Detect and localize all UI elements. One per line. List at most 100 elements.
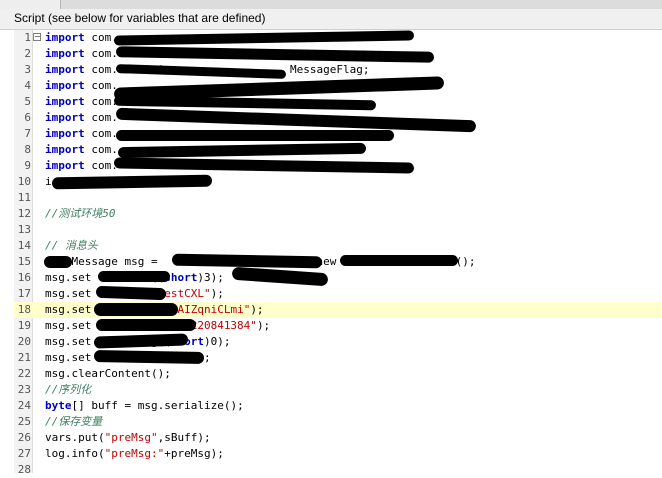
code-token: msg.clearContent(); (45, 367, 171, 380)
code-text: import com. (45, 142, 118, 158)
code-keyword: import (45, 31, 85, 44)
line-number: 5 (24, 95, 31, 108)
code-text: i (45, 174, 52, 190)
code-line[interactable]: 3import com.hikvision. MessageFlag; (14, 62, 662, 78)
code-comment: //保存变量 (45, 415, 103, 428)
code-text: import com. (45, 110, 118, 126)
code-line[interactable]: 12 //测试环境50 (14, 206, 662, 222)
code-token: msg.set (45, 335, 92, 348)
code-token: )3); (197, 271, 224, 284)
code-comment: //序列化 (45, 383, 92, 396)
line-number: 17 (17, 287, 31, 300)
code-keyword: import (45, 79, 85, 92)
code-token: com. (84, 111, 118, 124)
line-number: 22 (17, 367, 31, 380)
line-number: 11 (17, 191, 31, 204)
line-number: 21 (17, 351, 31, 364)
line-number: 3 (24, 63, 31, 76)
code-string: "preMsg" (104, 431, 158, 444)
fold-toggle-icon[interactable]: − (33, 33, 41, 41)
code-token: com. (84, 95, 118, 108)
code-line[interactable]: 27 log.info("preMsg:"+preMsg); (14, 446, 662, 462)
line-number: 2 (24, 47, 31, 60)
redaction-mark (116, 130, 394, 141)
code-line[interactable]: 23 //序列化 (14, 382, 662, 398)
redaction-mark (95, 285, 167, 301)
line-number: 20 (17, 335, 31, 348)
code-token: com. (84, 31, 118, 44)
code-text: vars.put("preMsg",sBuff); (45, 430, 211, 446)
script-section-header: Script (see below for variables that are… (0, 9, 662, 30)
code-token: )0); (203, 335, 231, 348)
code-keyword: import (45, 63, 85, 76)
line-number: 18 (17, 303, 31, 316)
line-number: 15 (17, 255, 31, 268)
line-number: 26 (17, 431, 31, 444)
code-line[interactable]: 24 byte[] buff = msg.serialize(); (14, 398, 662, 414)
code-keyword: byte (45, 399, 72, 412)
code-token: ); (256, 319, 271, 332)
line-number: 1 (24, 31, 31, 44)
line-number: 4 (24, 79, 31, 92)
code-token: [] buff = msg.serialize(); (71, 399, 244, 412)
code-token: msg.set (45, 287, 92, 300)
code-token: msg.set (45, 303, 92, 316)
redaction-mark (98, 271, 170, 282)
line-number: 13 (17, 223, 31, 236)
code-line[interactable]: 11 (14, 190, 662, 206)
code-token: com. (84, 143, 118, 156)
top-tab-strip (0, 0, 662, 9)
line-number: 7 (24, 127, 31, 140)
redaction-mark (340, 255, 458, 266)
code-token: msg.set (45, 319, 92, 332)
code-text: //保存变量 (45, 414, 102, 430)
line-number: 25 (17, 415, 31, 428)
code-line[interactable]: 15 Message msg = MessageFactory.new (); (14, 254, 662, 270)
code-text: log.info("preMsg:"+preMsg); (45, 446, 224, 462)
code-token: ); (210, 287, 224, 300)
code-text: import com. (45, 126, 118, 142)
code-text: // 消息头 (45, 238, 98, 254)
code-line[interactable]: 26 vars.put("preMsg",sBuff); (14, 430, 662, 446)
code-token: msg.set (45, 271, 92, 284)
line-number: 24 (17, 399, 31, 412)
line-number: 14 (17, 239, 31, 252)
code-text: import com. (45, 30, 118, 46)
code-token: ,sBuff); (157, 431, 211, 444)
code-token: ); (250, 303, 264, 316)
code-text: byte[] buff = msg.serialize(); (45, 398, 244, 414)
line-number: 10 (17, 175, 31, 188)
code-keyword: import (45, 47, 85, 60)
line-number: 16 (17, 271, 31, 284)
line-number: 12 (17, 207, 31, 220)
line-number: 8 (24, 143, 31, 156)
code-token: msg.set (45, 351, 92, 364)
code-token: com. (84, 47, 118, 60)
code-token: +preMsg); (164, 447, 224, 460)
code-token: com. (84, 79, 118, 92)
code-text: //序列化 (45, 382, 91, 398)
redaction-mark (96, 319, 196, 331)
window-tab[interactable] (0, 0, 61, 9)
script-editor[interactable]: 1−import com.2import com. ry;3import com… (14, 30, 662, 476)
code-line[interactable]: 13 (14, 222, 662, 238)
code-token: com. (84, 127, 118, 140)
code-line[interactable]: 22 msg.clearContent(); (14, 366, 662, 382)
code-comment: //测试环境50 (45, 207, 116, 220)
line-number: 19 (17, 319, 31, 332)
line-number: 23 (17, 383, 31, 396)
code-line[interactable]: 14 // 消息头 (14, 238, 662, 254)
code-token: i (45, 175, 52, 188)
code-keyword: import (45, 127, 85, 140)
code-text: msg.clearContent(); (45, 366, 171, 382)
code-keyword: import (45, 111, 85, 124)
line-number: 27 (17, 447, 31, 460)
redaction-mark (93, 350, 205, 364)
code-line[interactable]: 28 (14, 462, 662, 478)
redaction-mark (94, 303, 178, 316)
code-line[interactable]: 25 //保存变量 (14, 414, 662, 430)
code-token: vars.put( (45, 431, 105, 444)
code-text: //测试环境50 (45, 206, 116, 222)
code-keyword: import (45, 143, 85, 156)
code-token: com. (84, 159, 118, 172)
